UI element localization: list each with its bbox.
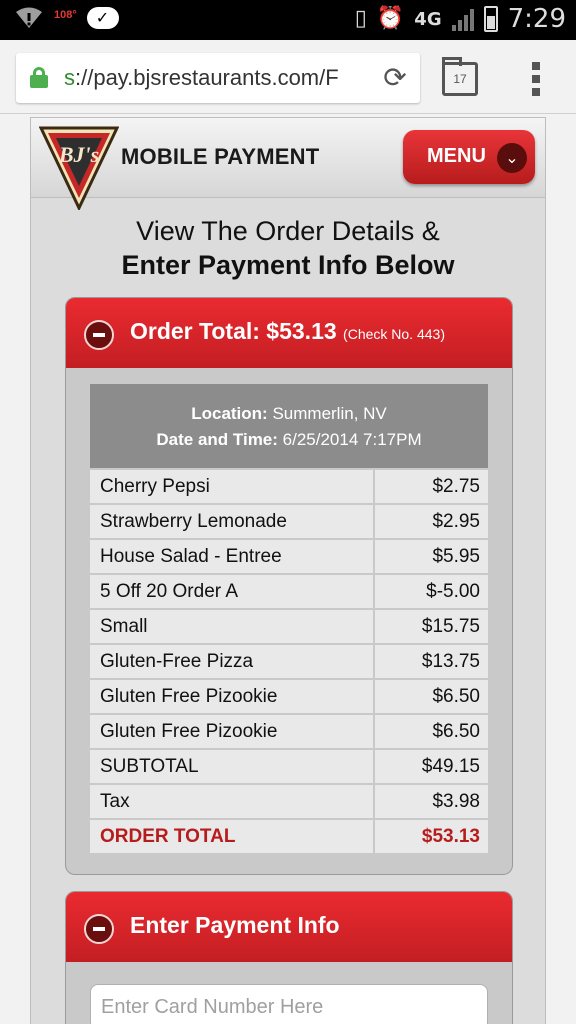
alarm-icon: ⏰ [376,6,405,31]
item-name: Small [90,610,373,643]
table-row: Gluten Free Pizookie $6.50 [90,715,488,748]
page-content: BJ's MOBILE PAYMENT MENU ⌄ View The Orde… [30,117,546,1024]
item-price: $5.95 [375,540,488,573]
tabs-button[interactable]: 17 [442,57,478,96]
subtotal-value: $49.15 [375,750,488,783]
payment-panel-title: Enter Payment Info [130,912,340,938]
table-row: Strawberry Lemonade $2.95 [90,505,488,538]
lock-icon [30,67,48,88]
signal-icon [451,7,474,31]
battery-icon [483,6,498,32]
collapse-icon[interactable] [84,914,114,944]
chevron-down-icon: ⌄ [497,143,527,173]
tax-label: Tax [90,785,373,818]
menu-label: MENU [427,145,486,167]
site-header: BJ's MOBILE PAYMENT MENU ⌄ [31,118,545,210]
table-row: Gluten-Free Pizza $13.75 [90,645,488,678]
bjs-logo[interactable]: BJ's [39,124,119,210]
item-name: Gluten Free Pizookie [90,680,373,713]
tax-row: Tax $3.98 [90,785,488,818]
address-bar[interactable]: s://pay.bjsrestaurants.com/F ⟳ [16,53,420,103]
tab-count: 17 [453,72,467,86]
status-bar: 108° ▯ ⏰ 4G 7:29 [0,0,576,40]
datetime-value: 6/25/2014 7:17PM [282,430,422,449]
clock: 7:29 [507,4,566,34]
svg-text:BJ's: BJ's [58,142,99,167]
menu-button[interactable]: MENU ⌄ [403,130,535,184]
item-price: $2.95 [375,505,488,538]
item-price: $6.50 [375,715,488,748]
subtotal-row: SUBTOTAL $49.15 [90,750,488,783]
table-row: Small $15.75 [90,610,488,643]
intro-heading: View The Order Details & Enter Payment I… [31,214,545,282]
subtotal-label: SUBTOTAL [90,750,373,783]
table-row: 5 Off 20 Order A $-5.00 [90,575,488,608]
wifi-warning-icon [16,7,42,28]
intro-line-1: View The Order Details & [136,216,440,246]
payment-panel: Enter Payment Info [65,891,513,1024]
page-title: MOBILE PAYMENT [121,144,320,169]
order-total-title: Order Total: $53.13 (Check No. 443) [130,318,445,344]
order-total-value: $53.13 [375,820,488,853]
item-name: House Salad - Entree [90,540,373,573]
item-name: Cherry Pepsi [90,470,373,503]
payment-panel-header[interactable]: Enter Payment Info [66,892,512,962]
order-panel-header[interactable]: Order Total: $53.13 (Check No. 443) [66,298,512,368]
order-total-row: ORDER TOTAL $53.13 [90,820,488,853]
item-price: $6.50 [375,680,488,713]
location-box: Location: Summerlin, NV Date and Time: 6… [90,384,488,468]
url-text[interactable]: s://pay.bjsrestaurants.com/F [64,65,374,91]
item-price: $15.75 [375,610,488,643]
overflow-menu-icon[interactable] [532,62,540,96]
temperature-text: 108° [54,9,77,21]
card-number-input[interactable] [90,984,488,1024]
item-name: Gluten Free Pizookie [90,715,373,748]
datetime-label: Date and Time: [156,430,278,449]
order-panel: Order Total: $53.13 (Check No. 443) Loca… [65,297,513,875]
item-name: Gluten-Free Pizza [90,645,373,678]
vibrate-icon: ▯ [354,6,367,31]
intro-line-2: Enter Payment Info Below [121,250,455,280]
item-name: Strawberry Lemonade [90,505,373,538]
item-price: $-5.00 [375,575,488,608]
table-row: Gluten Free Pizookie $6.50 [90,680,488,713]
tax-value: $3.98 [375,785,488,818]
network-type: 4G [414,8,442,30]
reload-icon[interactable]: ⟳ [378,61,412,95]
location-value: Summerlin, NV [272,404,387,423]
location-label: Location: [191,404,268,423]
table-row: House Salad - Entree $5.95 [90,540,488,573]
item-price: $2.75 [375,470,488,503]
order-items-table: Cherry Pepsi $2.75 Strawberry Lemonade $2.… [90,470,488,855]
order-total-label: ORDER TOTAL [90,820,373,853]
collapse-icon[interactable] [84,320,114,350]
item-price: $13.75 [375,645,488,678]
browser-toolbar: s://pay.bjsrestaurants.com/F ⟳ 17 [0,40,576,114]
item-name: 5 Off 20 Order A [90,575,373,608]
cloud-sync-icon [86,7,119,29]
table-row: Cherry Pepsi $2.75 [90,470,488,503]
check-number: (Check No. 443) [343,326,445,342]
